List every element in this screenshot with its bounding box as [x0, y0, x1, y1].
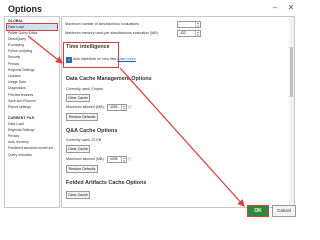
max-memory-input[interactable]: 432 ▴ ▾	[177, 30, 201, 37]
data-cache-usage: Currently used: 0 bytes	[66, 87, 103, 91]
options-sidebar: GLOBAL Data Load Power Query Editor Dire…	[4, 16, 60, 208]
data-cache-clear-button[interactable]: Clear Cache	[66, 94, 90, 102]
info-icon: ⓘ	[128, 157, 132, 161]
qa-cache-heading: Q&A Cache Options	[66, 128, 118, 134]
auto-date-checkbox[interactable]: ✓	[66, 57, 72, 63]
data-cache-max-input[interactable]: 4096 ▴ ▾	[107, 104, 127, 111]
window-controls: – ✕	[270, 3, 296, 13]
data-cache-restore-button[interactable]: Restore Defaults	[66, 113, 98, 121]
qa-cache-max-input[interactable]: 4096 ▴ ▾	[107, 156, 127, 163]
main-scrollbar[interactable]	[289, 17, 294, 207]
minimize-button[interactable]: –	[270, 3, 280, 13]
auto-date-label: Auto date/time for new files Learn more	[73, 57, 136, 61]
qa-cache-max-label: Maximum allowed (MB):	[66, 157, 105, 161]
spinner-arrows-icon[interactable]: ▴ ▾	[121, 157, 126, 162]
spinner-arrows-icon[interactable]: ▴ ▾	[195, 22, 200, 27]
folded-artifacts-heading: Folded Artifacts Cache Options	[66, 180, 147, 186]
qa-cache-max-value: 4096	[110, 157, 118, 161]
data-cache-heading: Data Cache Management Options	[66, 76, 152, 82]
sidebar-item-published-semantic-model[interactable]: Published semantic model set...	[5, 145, 59, 151]
qa-cache-clear-button[interactable]: Clear Cache	[66, 145, 90, 153]
learn-more-link[interactable]: Learn more	[117, 57, 135, 61]
cancel-button[interactable]: Cancel	[272, 205, 296, 217]
dialog-title: Options	[8, 4, 42, 14]
spinner-arrows-icon[interactable]: ▴ ▾	[121, 105, 126, 110]
qa-cache-usage: Currently used: 22 KB	[66, 138, 102, 142]
scrollbar-thumb[interactable]	[290, 47, 293, 97]
max-simultaneous-label: Maximum number of simultaneous evaluatio…	[65, 22, 140, 26]
qa-cache-restore-button[interactable]: Restore Defaults	[66, 165, 98, 173]
max-memory-label: Maximum memory used per simultaneous eva…	[65, 31, 158, 35]
sidebar-item-query-reduction[interactable]: Query reduction	[5, 152, 59, 158]
options-main-panel: Maximum number of simultaneous evaluatio…	[61, 16, 295, 208]
data-cache-max-value: 4096	[110, 105, 118, 109]
close-button[interactable]: ✕	[286, 3, 296, 13]
options-dialog: Options – ✕ GLOBAL Data Load Power Query…	[0, 0, 300, 221]
time-intelligence-heading: Time intelligence	[66, 44, 110, 50]
spinner-arrows-icon[interactable]: ▴ ▾	[195, 31, 200, 36]
folded-clear-button[interactable]: Clear Cache	[66, 191, 90, 199]
data-cache-max-label: Maximum allowed (MB):	[66, 105, 105, 109]
max-simultaneous-input[interactable]: ▴ ▾	[177, 21, 201, 28]
sidebar-item-report-settings[interactable]: Report settings	[5, 104, 59, 110]
info-icon: ⓘ	[128, 105, 132, 109]
max-memory-value: 432	[180, 31, 186, 35]
auto-date-text: Auto date/time for new files	[73, 57, 117, 61]
ok-button[interactable]: OK	[247, 205, 269, 217]
